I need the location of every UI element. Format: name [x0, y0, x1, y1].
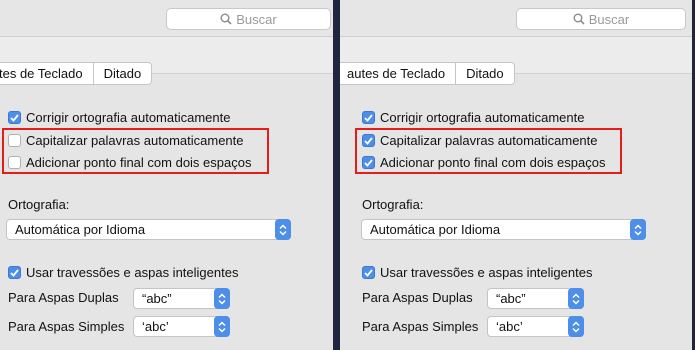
- spelling-label: Ortografia:: [8, 197, 70, 212]
- single-quotes-popup[interactable]: ‘abc’: [133, 316, 230, 337]
- popup-stepper[interactable]: [214, 316, 230, 337]
- checkbox-checked[interactable]: [362, 266, 375, 279]
- checkmark-icon: [10, 113, 19, 122]
- checkbox-checked[interactable]: [362, 111, 375, 124]
- single-quotes-value: ‘abc’: [142, 319, 169, 334]
- option-label: Usar travessões e aspas inteligentes: [26, 265, 239, 280]
- chevron-updown-icon: [218, 292, 226, 305]
- double-quotes-value: “abc”: [142, 291, 172, 306]
- popup-stepper[interactable]: [630, 219, 646, 240]
- chevron-updown-icon: [279, 223, 287, 236]
- chevron-updown-icon: [634, 223, 642, 236]
- tab-bar: tes de Teclado Ditado: [0, 62, 153, 85]
- popup-stepper[interactable]: [214, 288, 230, 309]
- spelling-popup[interactable]: Automática por Idioma: [361, 219, 646, 240]
- chevron-updown-icon: [218, 320, 226, 333]
- checkmark-icon: [364, 113, 373, 122]
- highlight-box: [355, 128, 622, 174]
- window-toolbar: Buscar: [0, 0, 333, 37]
- option-correct-spelling[interactable]: Corrigir ortografia automaticamente: [8, 110, 230, 125]
- checkmark-icon: [364, 268, 373, 277]
- double-quotes-popup[interactable]: “abc”: [487, 288, 584, 309]
- window-toolbar: Buscar: [340, 0, 692, 37]
- single-quotes-value: ‘abc’: [496, 319, 523, 334]
- search-placeholder: Buscar: [588, 11, 630, 27]
- single-quotes-label: Para Aspas Simples: [8, 319, 125, 334]
- option-label: Corrigir ortografia automaticamente: [26, 110, 231, 125]
- search-field[interactable]: Buscar: [166, 8, 331, 30]
- tab-dictation[interactable]: Ditado: [455, 63, 514, 84]
- chevron-updown-icon: [572, 320, 580, 333]
- tab-dictation[interactable]: Ditado: [92, 63, 152, 84]
- highlight-box: [2, 128, 269, 174]
- settings-panel-after: Buscar autes de Teclado Ditado Corrigir …: [340, 0, 692, 350]
- double-quotes-label: Para Aspas Duplas: [362, 290, 473, 305]
- double-quotes-label: Para Aspas Duplas: [8, 290, 119, 305]
- popup-stepper[interactable]: [568, 316, 584, 337]
- option-label: Corrigir ortografia automaticamente: [380, 110, 585, 125]
- spelling-value: Automática por Idioma: [370, 222, 501, 237]
- tab-keyboard-shortcuts[interactable]: autes de Teclado: [340, 63, 455, 84]
- search-field[interactable]: Buscar: [516, 8, 686, 30]
- option-smart-quotes[interactable]: Usar travessões e aspas inteligentes: [8, 265, 238, 280]
- search-icon: [573, 13, 585, 25]
- double-quotes-popup[interactable]: “abc”: [133, 288, 230, 309]
- double-quotes-value: “abc”: [496, 291, 526, 306]
- checkbox-checked[interactable]: [8, 266, 21, 279]
- option-correct-spelling[interactable]: Corrigir ortografia automaticamente: [362, 110, 584, 125]
- checkbox-checked[interactable]: [8, 111, 21, 124]
- search-icon: [220, 13, 232, 25]
- tab-keyboard-shortcuts[interactable]: tes de Teclado: [0, 63, 93, 84]
- single-quotes-label: Para Aspas Simples: [362, 319, 479, 334]
- popup-stepper[interactable]: [275, 219, 291, 240]
- popup-stepper[interactable]: [568, 288, 584, 309]
- settings-panel-before: Buscar tes de Teclado Ditado Corrigir or…: [0, 0, 333, 350]
- option-smart-quotes[interactable]: Usar travessões e aspas inteligentes: [362, 265, 592, 280]
- search-placeholder: Buscar: [236, 11, 277, 27]
- option-label: Usar travessões e aspas inteligentes: [380, 265, 593, 280]
- spelling-label: Ortografia:: [362, 197, 424, 212]
- chevron-updown-icon: [572, 292, 580, 305]
- tab-bar: autes de Teclado Ditado: [340, 62, 515, 85]
- checkmark-icon: [10, 268, 19, 277]
- spelling-popup[interactable]: Automática por Idioma: [6, 219, 291, 240]
- single-quotes-popup[interactable]: ‘abc’: [487, 316, 584, 337]
- spelling-value: Automática por Idioma: [15, 222, 146, 237]
